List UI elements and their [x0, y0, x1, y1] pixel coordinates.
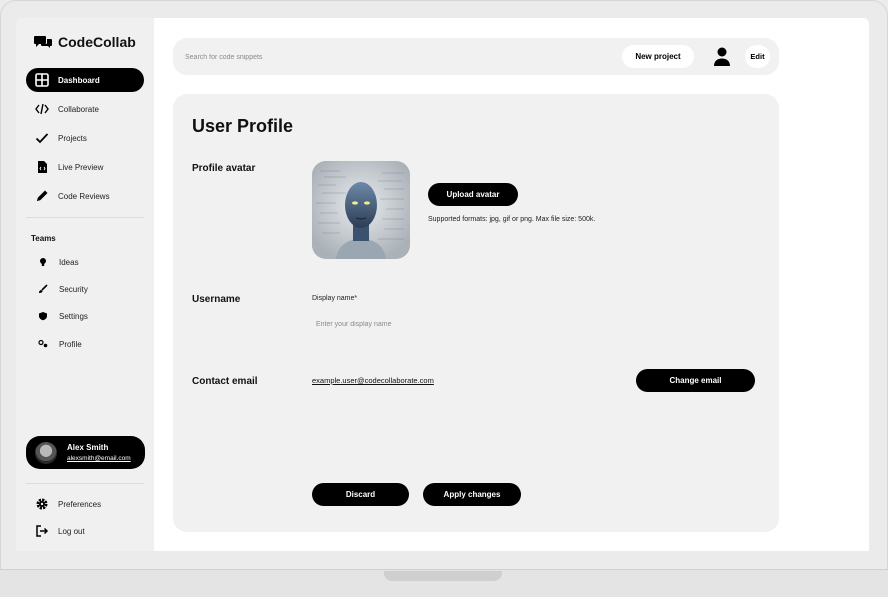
checkmark-icon	[35, 133, 49, 144]
nav-label: Collaborate	[58, 104, 99, 114]
file-code-icon	[38, 161, 47, 173]
display-name-label: Display name*	[312, 295, 358, 302]
nav-item-projects[interactable]: Projects	[26, 126, 144, 150]
nav-label: Projects	[58, 133, 87, 143]
dashboard-grid-icon	[35, 73, 49, 87]
profile-panel: User Profile Profile avatar Upload avata…	[173, 94, 779, 532]
shield-icon	[39, 312, 47, 321]
edit-button[interactable]: Edit	[745, 45, 770, 68]
brush-icon	[39, 284, 48, 293]
sidebar-divider	[26, 217, 144, 218]
formats-hint: Supported formats: jpg, gif or png. Max …	[428, 216, 596, 223]
nav-label: Live Preview	[58, 162, 104, 172]
team-label: Security	[59, 284, 88, 294]
team-item-profile[interactable]: Profile	[26, 332, 144, 356]
display-name-input[interactable]	[312, 316, 592, 332]
brand-name: CodeCollab	[58, 34, 136, 50]
team-item-security[interactable]: Security	[26, 277, 144, 301]
nav-label: Log out	[58, 526, 85, 536]
pencil-icon	[37, 190, 48, 201]
upload-avatar-button[interactable]: Upload avatar	[428, 183, 518, 206]
team-label: Profile	[59, 339, 82, 349]
discard-button[interactable]: Discard	[312, 483, 409, 506]
gear-icon	[36, 498, 48, 510]
apply-changes-button[interactable]: Apply changes	[423, 483, 521, 506]
nav-item-logout[interactable]: Log out	[26, 519, 144, 543]
username-label: Username	[192, 294, 241, 305]
change-email-button[interactable]: Change email	[636, 369, 755, 392]
chat-bubbles-icon	[34, 36, 52, 48]
nav-item-dashboard[interactable]: Dashboard	[26, 68, 144, 92]
logout-icon	[36, 525, 49, 537]
nodes-icon	[38, 339, 48, 348]
user-icon[interactable]	[712, 46, 732, 66]
user-name: Alex Smith	[67, 443, 109, 452]
team-item-ideas[interactable]: Ideas	[26, 250, 144, 274]
lightbulb-icon	[40, 258, 46, 266]
new-project-button[interactable]: New project	[622, 45, 694, 68]
user-email: alexsmith@email.com	[67, 455, 131, 462]
nav-label: Code Reviews	[58, 191, 110, 201]
nav-item-preferences[interactable]: Preferences	[26, 492, 144, 516]
nav-item-collaborate[interactable]: Collaborate	[26, 97, 144, 121]
nav-label: Preferences	[58, 499, 102, 509]
team-label: Settings	[59, 311, 88, 321]
code-brackets-icon	[35, 103, 49, 115]
team-item-settings[interactable]: Settings	[26, 304, 144, 328]
search-input[interactable]	[185, 48, 485, 66]
laptop-notch	[384, 571, 502, 581]
app-screen: CodeCollab Dashboard Collaborate Project…	[16, 18, 869, 551]
avatar	[35, 441, 57, 464]
sidebar-divider	[26, 483, 144, 484]
profile-avatar-image	[312, 161, 410, 259]
nav-item-code-reviews[interactable]: Code Reviews	[26, 184, 144, 208]
user-card[interactable]: Alex Smith alexsmith@email.com	[26, 436, 145, 469]
page-title: User Profile	[192, 116, 294, 136]
avatar-label: Profile avatar	[192, 163, 256, 174]
team-label: Ideas	[59, 257, 79, 267]
contact-email-value[interactable]: example.user@codecollaborate.com	[312, 376, 434, 385]
sidebar: CodeCollab Dashboard Collaborate Project…	[16, 18, 154, 551]
nav-item-live-preview[interactable]: Live Preview	[26, 155, 144, 179]
top-bar: New project Edit	[173, 38, 779, 75]
nav-label: Dashboard	[58, 75, 100, 85]
email-label: Contact email	[192, 376, 258, 387]
brand[interactable]: CodeCollab	[34, 34, 136, 50]
teams-heading: Teams	[31, 234, 56, 243]
